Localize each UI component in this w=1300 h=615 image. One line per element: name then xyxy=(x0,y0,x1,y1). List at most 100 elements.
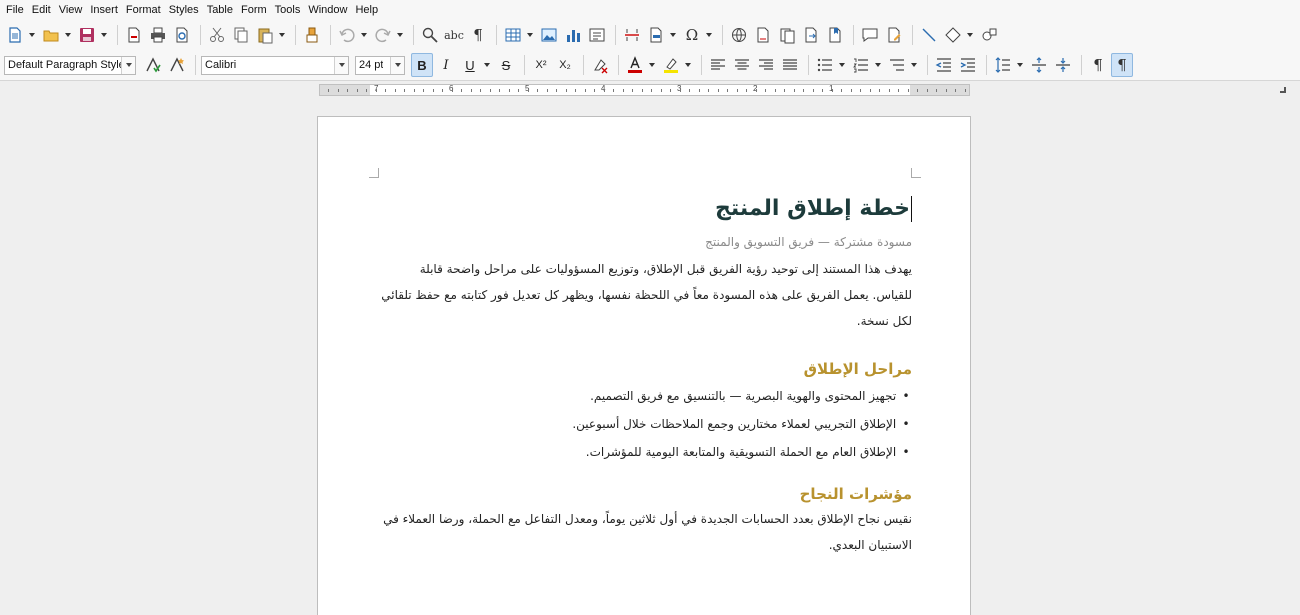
menu-insert[interactable]: Insert xyxy=(88,0,124,20)
bookmark-icon[interactable] xyxy=(824,23,846,47)
menu-view[interactable]: View xyxy=(57,0,89,20)
menu-tools[interactable]: Tools xyxy=(273,0,307,20)
numbered-list-icon[interactable] xyxy=(850,53,872,77)
increase-indent-icon[interactable] xyxy=(957,53,979,77)
underline-dropdown[interactable] xyxy=(483,53,491,77)
italic-button[interactable]: I xyxy=(435,53,457,77)
document-body[interactable]: خطة إطلاق المنتج مسودة مشتركة — فريق الت… xyxy=(380,189,912,558)
print-preview-icon[interactable] xyxy=(171,23,193,47)
hyperlink-icon[interactable] xyxy=(728,23,750,47)
insert-image-icon[interactable] xyxy=(538,23,560,47)
list-item[interactable]: • الإطلاق التجريبي لعملاء مختارين وجمع ا… xyxy=(380,410,912,438)
shapes-dropdown[interactable] xyxy=(966,23,974,47)
metrics-heading[interactable]: مؤشرات النجاح xyxy=(380,482,912,506)
find-replace-icon[interactable] xyxy=(419,23,441,47)
bullet-dropdown[interactable] xyxy=(838,53,846,77)
redo-icon[interactable] xyxy=(372,23,394,47)
align-left-icon[interactable] xyxy=(707,53,729,77)
comment-icon[interactable] xyxy=(859,23,881,47)
chevron-down-icon[interactable] xyxy=(390,56,404,74)
cross-reference-icon[interactable] xyxy=(800,23,822,47)
new-document-icon[interactable] xyxy=(4,23,26,47)
table-dropdown[interactable] xyxy=(526,23,534,47)
print-icon[interactable] xyxy=(147,23,169,47)
justify-icon[interactable] xyxy=(779,53,801,77)
export-pdf-icon[interactable] xyxy=(123,23,145,47)
superscript-button[interactable]: X² xyxy=(530,53,552,77)
strikethrough-button[interactable]: S xyxy=(495,53,517,77)
new-dropdown[interactable] xyxy=(28,23,36,47)
formatting-marks-icon[interactable]: ¶ xyxy=(467,23,489,47)
line-spacing-icon[interactable] xyxy=(992,53,1014,77)
bullet-list-icon[interactable] xyxy=(814,53,836,77)
undo-icon[interactable] xyxy=(336,23,358,47)
outline-list-icon[interactable] xyxy=(886,53,908,77)
list-item[interactable]: • الإطلاق العام مع الحملة التسويقية والم… xyxy=(380,438,912,466)
document-canvas[interactable]: خطة إطلاق المنتج مسودة مشتركة — فريق الت… xyxy=(0,99,1300,615)
open-folder-icon[interactable] xyxy=(40,23,62,47)
numbered-dropdown[interactable] xyxy=(874,53,882,77)
stages-heading[interactable]: مراحل الإطلاق xyxy=(380,357,912,381)
paste-icon[interactable] xyxy=(254,23,276,47)
menu-help[interactable]: Help xyxy=(353,0,384,20)
redo-dropdown[interactable] xyxy=(396,23,404,47)
list-item[interactable]: • تجهيز المحتوى والهوية البصرية — بالتنس… xyxy=(380,382,912,410)
menu-table[interactable]: Table xyxy=(205,0,239,20)
clear-formatting-icon[interactable] xyxy=(589,53,611,77)
document-page[interactable]: خطة إطلاق المنتج مسودة مشتركة — فريق الت… xyxy=(317,116,971,615)
paste-dropdown[interactable] xyxy=(278,23,286,47)
footnote-icon[interactable] xyxy=(752,23,774,47)
endnote-icon[interactable] xyxy=(776,23,798,47)
draw-functions-icon[interactable] xyxy=(978,23,1000,47)
font-name-select[interactable]: Calibri xyxy=(201,55,349,75)
page-break-icon[interactable] xyxy=(621,23,643,47)
menu-form[interactable]: Form xyxy=(239,0,273,20)
special-character-icon[interactable]: Ω xyxy=(681,23,703,47)
field-dropdown[interactable] xyxy=(669,23,677,47)
left-to-right-icon[interactable]: ¶ xyxy=(1087,53,1109,77)
font-size-select[interactable]: 24 pt xyxy=(355,55,405,75)
clone-formatting-icon[interactable] xyxy=(301,23,323,47)
horizontal-ruler[interactable]: 7 6 5 4 3 2 1 xyxy=(319,84,970,96)
font-color-dropdown[interactable] xyxy=(648,53,656,77)
right-to-left-icon[interactable]: ¶ xyxy=(1111,53,1133,77)
align-center-icon[interactable] xyxy=(731,53,753,77)
decrease-paragraph-spacing-icon[interactable] xyxy=(1052,53,1074,77)
undo-dropdown[interactable] xyxy=(360,23,368,47)
insert-textbox-icon[interactable] xyxy=(586,23,608,47)
menu-styles[interactable]: Styles xyxy=(167,0,205,20)
menu-edit[interactable]: Edit xyxy=(30,0,57,20)
insert-field-icon[interactable] xyxy=(645,23,667,47)
underline-button[interactable]: U xyxy=(459,53,481,77)
subscript-button[interactable]: X₂ xyxy=(554,53,576,77)
chevron-down-icon[interactable] xyxy=(334,56,348,74)
menu-file[interactable]: File xyxy=(4,0,30,20)
document-title[interactable]: خطة إطلاق المنتج xyxy=(380,189,912,229)
menu-window[interactable]: Window xyxy=(306,0,353,20)
paragraph-style-select[interactable]: Default Paragraph Style xyxy=(4,55,136,75)
increase-paragraph-spacing-icon[interactable] xyxy=(1028,53,1050,77)
copy-icon[interactable] xyxy=(230,23,252,47)
insert-chart-icon[interactable] xyxy=(562,23,584,47)
line-spacing-dropdown[interactable] xyxy=(1016,53,1024,77)
decrease-indent-icon[interactable] xyxy=(933,53,955,77)
special-char-dropdown[interactable] xyxy=(705,23,713,47)
intro-paragraph[interactable]: يهدف هذا المستند إلى توحيد رؤية الفريق ق… xyxy=(380,256,912,334)
insert-table-icon[interactable] xyxy=(502,23,524,47)
new-style-icon[interactable] xyxy=(166,53,188,77)
open-dropdown[interactable] xyxy=(64,23,72,47)
font-color-icon[interactable] xyxy=(624,53,646,77)
menu-format[interactable]: Format xyxy=(124,0,167,20)
chevron-down-icon[interactable] xyxy=(121,56,135,74)
save-dropdown[interactable] xyxy=(100,23,108,47)
bold-button[interactable]: B xyxy=(411,53,433,77)
align-right-icon[interactable] xyxy=(755,53,777,77)
metrics-paragraph[interactable]: نقيس نجاح الإطلاق بعدد الحسابات الجديدة … xyxy=(380,506,912,558)
insert-line-icon[interactable] xyxy=(918,23,940,47)
outline-dropdown[interactable] xyxy=(910,53,918,77)
spelling-icon[interactable]: abc xyxy=(443,23,465,47)
save-icon[interactable] xyxy=(76,23,98,47)
cut-icon[interactable] xyxy=(206,23,228,47)
document-subtitle[interactable]: مسودة مشتركة — فريق التسويق والمنتج xyxy=(380,230,912,254)
highlight-color-icon[interactable] xyxy=(660,53,682,77)
